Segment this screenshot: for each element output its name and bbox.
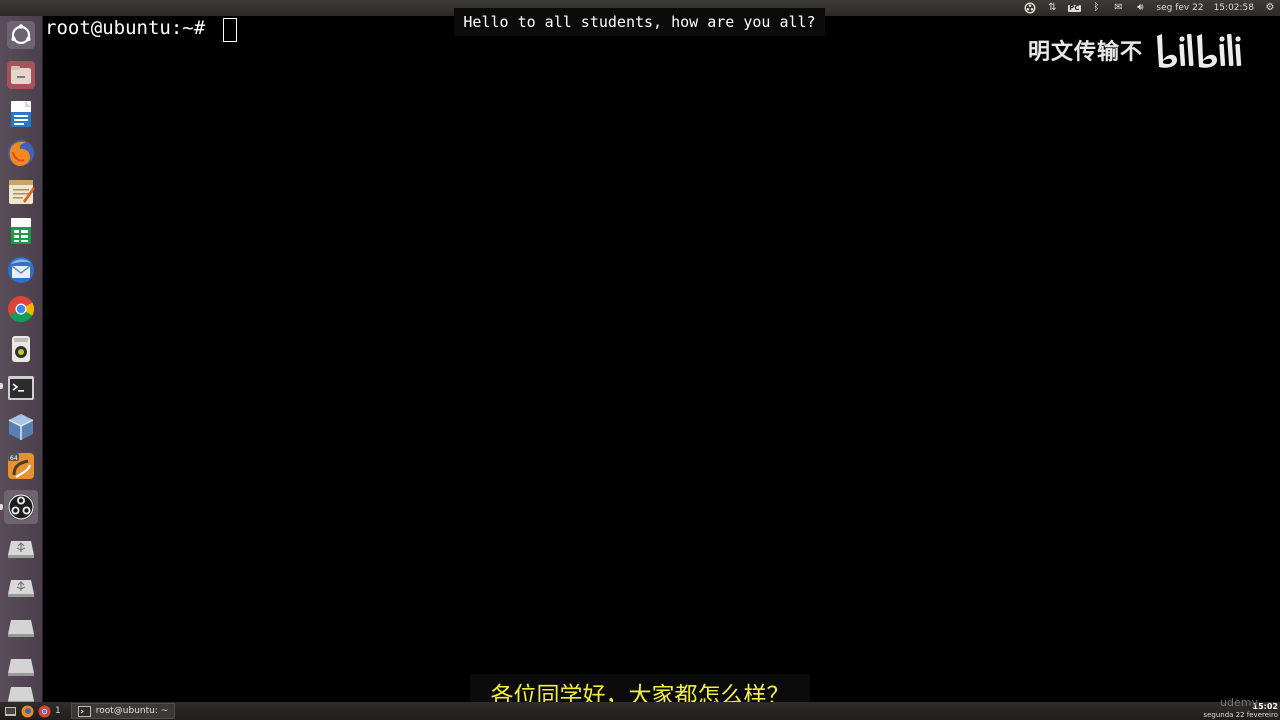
terminal-prompt: root@ubuntu:~# — [45, 17, 206, 39]
obs-tray-icon[interactable] — [1024, 2, 1036, 14]
disk-drive-icon-3[interactable] — [4, 682, 38, 702]
sublime-text-icon[interactable]: 64 — [4, 449, 38, 483]
panel-date[interactable]: seg fev 22 — [1156, 3, 1203, 13]
disk-drive-icon-2[interactable] — [4, 647, 38, 681]
unity-launcher: 64 — [0, 16, 43, 702]
taskbar-terminal-icon — [78, 704, 92, 718]
udemy-watermark: udemy — [1220, 696, 1258, 709]
ubuntu-dash-icon[interactable] — [4, 18, 38, 52]
taskbar-chrome-icon[interactable] — [37, 704, 51, 718]
volume-icon[interactable]: 🔊︎ — [1134, 2, 1146, 14]
terminal-window[interactable]: root@ubuntu:~# — [43, 16, 1280, 702]
settings-gear-icon[interactable]: ⚙ — [1264, 2, 1276, 14]
subtitle-english: Hello to all students, how are you all? — [454, 8, 825, 36]
panel-time[interactable]: 15:02:58 — [1214, 3, 1254, 13]
show-desktop-icon[interactable] — [3, 704, 17, 718]
taskbar-terminal-window[interactable]: root@ubuntu: ~ — [70, 703, 176, 719]
terminal-cursor — [223, 18, 237, 42]
watermark-text: 明文传输不 — [1028, 40, 1144, 65]
mail-icon[interactable]: ✉ — [1112, 2, 1124, 14]
workspace-count: 1 — [55, 706, 61, 716]
taskbar-firefox-icon[interactable] — [20, 704, 34, 718]
virtualbox-icon[interactable] — [4, 410, 38, 444]
taskbar-window-title: root@ubuntu: ~ — [95, 706, 169, 716]
bluetooth-icon[interactable]: ᛒ — [1090, 2, 1102, 14]
network-icon[interactable]: ⇅ — [1046, 2, 1058, 14]
disk-drive-icon[interactable] — [4, 608, 38, 642]
bilibili-logo-icon — [1157, 33, 1242, 68]
libreoffice-writer-icon[interactable] — [4, 97, 38, 131]
svg-text:64: 64 — [10, 455, 18, 462]
obs-studio-icon[interactable] — [4, 490, 38, 524]
media-player-icon[interactable] — [4, 332, 38, 366]
text-editor-icon[interactable] — [4, 175, 38, 209]
file-manager-icon[interactable] — [4, 58, 38, 92]
keyboard-layout-label: PC — [1068, 3, 1081, 12]
terminal-icon[interactable] — [4, 371, 38, 405]
taskbar-clock-date: segunda 22 fevereiro — [1203, 711, 1278, 719]
running-indicator-2 — [0, 504, 3, 510]
keyboard-layout-icon[interactable]: PC — [1068, 2, 1081, 14]
usb-drive-icon-2[interactable] — [4, 568, 38, 602]
running-indicator — [0, 383, 3, 389]
chrome-icon[interactable] — [4, 292, 38, 326]
bilibili-watermark: 明文传输不 — [1028, 30, 1249, 70]
firefox-icon[interactable] — [4, 136, 38, 170]
thunderbird-icon[interactable] — [4, 253, 38, 287]
libreoffice-calc-icon[interactable] — [4, 214, 38, 248]
usb-drive-icon[interactable] — [4, 529, 38, 563]
bottom-taskbar: 1 root@ubuntu: ~ 15:02 segunda 22 fevere… — [0, 702, 1280, 720]
